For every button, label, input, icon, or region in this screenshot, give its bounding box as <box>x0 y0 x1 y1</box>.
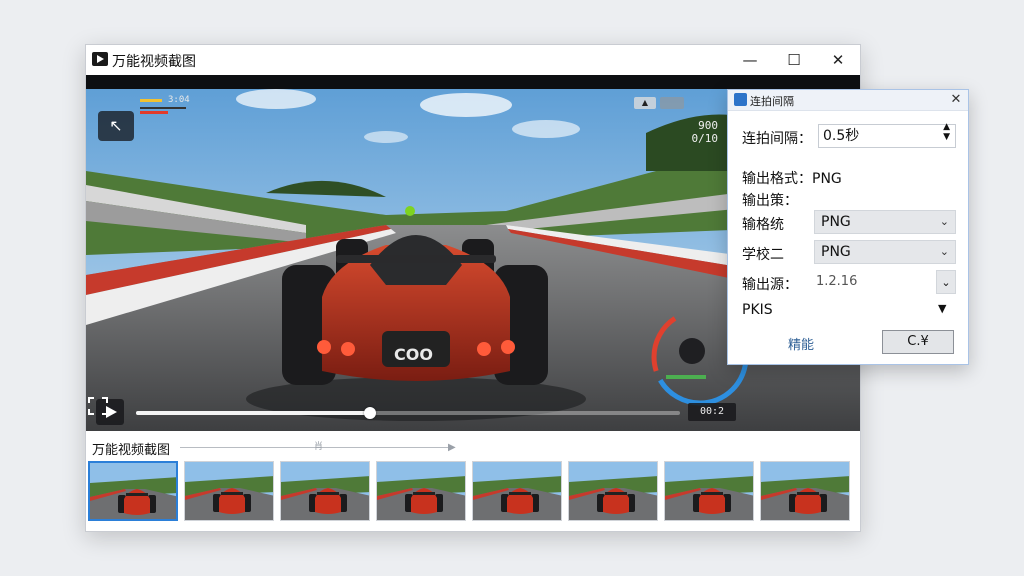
filmstrip-label: 万能视频截图 <box>92 443 171 458</box>
row4-label: PKIS <box>742 302 773 318</box>
seek-bar-fill <box>136 411 370 415</box>
filmstrip-thumbnail[interactable] <box>568 461 658 521</box>
hud-number-readout: 900 0/10 <box>691 119 719 145</box>
output-label: 输出策： <box>742 193 798 209</box>
filmstrip-thumbnail[interactable] <box>664 461 754 521</box>
preset-link-button[interactable]: 精能 <box>788 334 814 353</box>
chevron-down-icon: ⌄ <box>939 215 949 228</box>
row3-dropdown-button[interactable]: ⌄ <box>936 270 956 294</box>
filmstrip-thumbnail[interactable] <box>760 461 850 521</box>
filmstrip-thumbnail[interactable] <box>376 461 466 521</box>
close-button[interactable]: ✕ <box>816 45 860 75</box>
dialog-title-bar: 连拍间隔 ✕ <box>728 90 968 111</box>
fullscreen-icon[interactable] <box>86 395 110 417</box>
hud-up-button[interactable]: ▲ <box>634 97 656 109</box>
filmstrip-arrow-icon: ▶ <box>448 442 456 453</box>
seek-bar-handle[interactable] <box>363 407 376 419</box>
app-icon <box>92 52 108 66</box>
hud-right-controls: ▲ <box>634 97 730 111</box>
row2-select[interactable]: PNG ⌄ <box>814 240 956 264</box>
spin-icon[interactable]: ▲ ▼ <box>943 122 950 142</box>
dialog-app-icon <box>734 93 747 106</box>
row2-label: 学校二 <box>742 247 784 263</box>
filmstrip-thumbnail[interactable] <box>472 461 562 521</box>
row1-value: PNG <box>821 214 851 230</box>
seek-bar[interactable] <box>136 407 680 419</box>
dialog-close-button[interactable]: ✕ <box>944 90 968 110</box>
filmstrip-thumbnail[interactable] <box>280 461 370 521</box>
maximize-button[interactable]: ☐ <box>772 45 816 75</box>
chevron-down-icon: ⌄ <box>939 245 949 258</box>
format-label: 输出格式：PNG <box>742 171 842 187</box>
interval-label: 连拍间隔： <box>742 131 812 147</box>
filmstrip-thumbnail[interactable] <box>184 461 274 521</box>
row2-value: PNG <box>821 244 851 260</box>
player-control-bar: 00:2 <box>86 395 860 431</box>
minimize-button[interactable]: — <box>728 45 772 75</box>
filmstrip-tick: 肖 <box>314 442 324 452</box>
interval-dialog: 连拍间隔 ✕ 连拍间隔： 0.5秒 ▲ ▼ 输出格式：PNG 输出策： 输格统 P… <box>727 89 969 365</box>
title-bar: 万能视频截图 — ☐ ✕ <box>86 45 860 75</box>
time-display: 00:2 <box>688 403 736 421</box>
row1-select[interactable]: PNG ⌄ <box>814 210 956 234</box>
row1-label: 输格统 <box>742 217 784 233</box>
filmstrip-thumbnail[interactable] <box>88 461 178 521</box>
row4-dropdown-icon[interactable]: ▼ <box>938 302 946 315</box>
dash-number: COO <box>394 345 433 364</box>
interval-value: 0.5秒 <box>823 128 860 144</box>
window-title: 万能视频截图 <box>112 54 196 70</box>
chevron-down-icon: ⌄ <box>941 276 951 289</box>
filmstrip-thumbnails <box>88 459 858 525</box>
hud-time-readout: 3:04 <box>168 95 190 105</box>
confirm-button[interactable]: C.¥ <box>882 330 954 354</box>
row3-label: 输出源： <box>742 277 798 293</box>
hud-indicator <box>660 97 684 109</box>
row3-value: 1.2.16 <box>816 274 858 289</box>
cursor-pointer-icon[interactable]: ↖ <box>98 111 134 141</box>
dialog-title: 连拍间隔 <box>750 95 794 108</box>
interval-input[interactable]: 0.5秒 ▲ ▼ <box>818 122 956 148</box>
